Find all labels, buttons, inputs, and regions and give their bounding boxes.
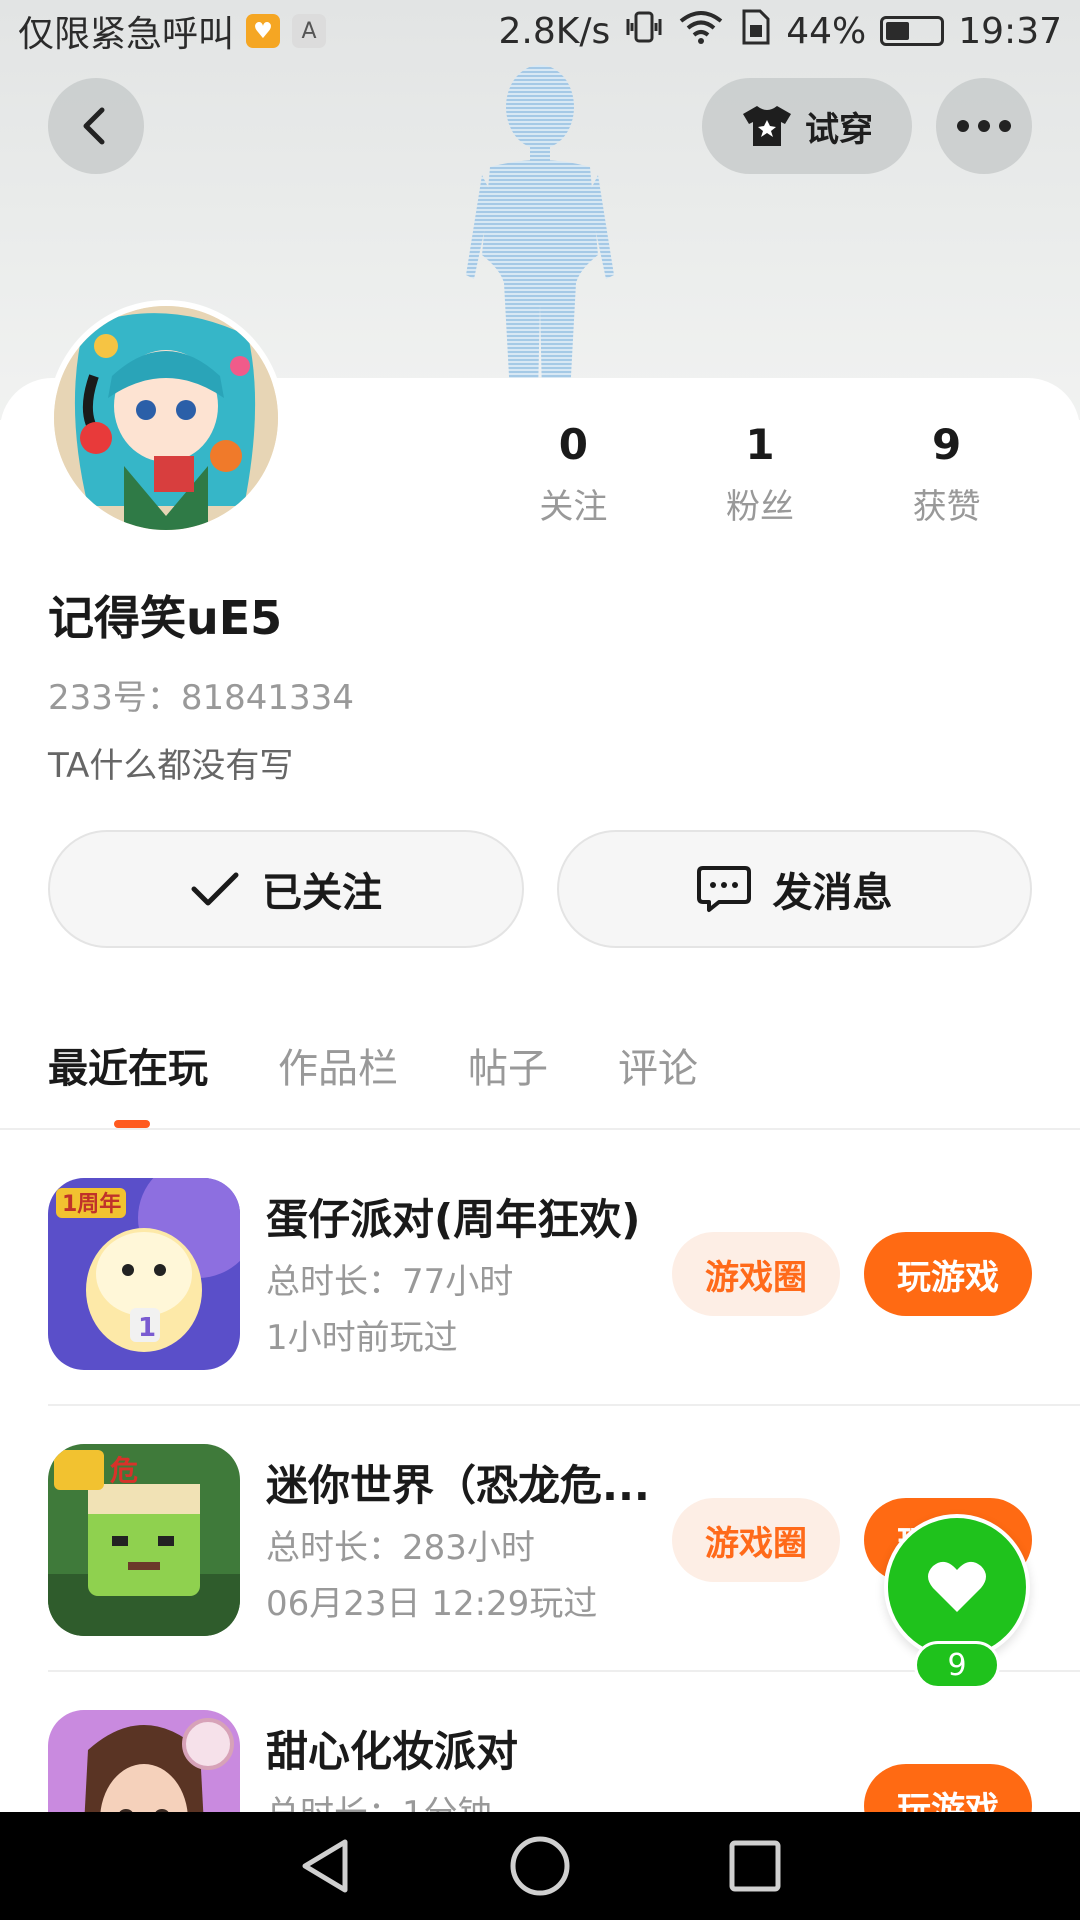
try-on-button[interactable]: 试穿 xyxy=(702,78,912,174)
game-duration: 总时长：77小时 xyxy=(266,1262,514,1302)
profile-stats: 0 关注 1 粉丝 9 获赞 xyxy=(480,420,1040,528)
game-title: 迷你世界（恐龙危... xyxy=(266,1461,646,1510)
tab-recently-played[interactable]: 最近在玩 xyxy=(48,1036,208,1094)
avatar-3d-figure xyxy=(466,65,614,395)
stat-label: 获赞 xyxy=(912,487,981,527)
like-button[interactable] xyxy=(884,1514,1030,1660)
nav-home-icon[interactable] xyxy=(508,1834,572,1898)
row-divider xyxy=(48,1404,1080,1406)
health-app-icon: ♥ xyxy=(246,14,281,48)
back-button[interactable] xyxy=(48,78,144,174)
game-duration: 总时长：283小时 xyxy=(266,1528,535,1568)
shirt-icon xyxy=(743,106,791,146)
game-icon-mini-world: 危 xyxy=(48,1444,240,1636)
stat-followers[interactable]: 1 粉丝 xyxy=(670,420,850,528)
carrier-text: 仅限紧急呼叫 xyxy=(18,14,235,55)
game-row[interactable]: 1周年 1 蛋仔派对(周年狂欢) 总时长：77小时 1小时前玩过 游戏圈 玩游戏 xyxy=(48,1178,1080,1444)
game-title: 甜心化妆派对 xyxy=(266,1727,519,1776)
battery-icon xyxy=(880,16,945,46)
stat-label: 粉丝 xyxy=(725,487,794,527)
heart-icon xyxy=(928,1561,986,1612)
keyboard-app-icon: A xyxy=(292,14,327,48)
tab-posts[interactable]: 帖子 xyxy=(468,1036,548,1094)
try-on-label: 试穿 xyxy=(805,109,873,150)
vibrate-icon xyxy=(624,9,664,54)
tab-comments[interactable]: 评论 xyxy=(618,1036,698,1094)
svg-text:1: 1 xyxy=(138,1313,156,1343)
clock: 19:37 xyxy=(958,10,1062,52)
followed-label: 已关注 xyxy=(262,870,382,916)
stat-likes[interactable]: 9 获赞 xyxy=(857,420,1037,528)
user-bio: TA什么都没有写 xyxy=(48,746,294,786)
tab-works[interactable]: 作品栏 xyxy=(278,1036,398,1094)
play-game-button[interactable]: 玩游戏 xyxy=(864,1232,1032,1316)
battery-percentage: 44% xyxy=(786,10,867,52)
active-tab-indicator xyxy=(114,1120,150,1128)
game-title: 蛋仔派对(周年狂欢) xyxy=(266,1195,641,1244)
system-navigation-bar xyxy=(0,1812,1080,1920)
stat-following[interactable]: 0 关注 xyxy=(483,420,663,528)
game-last-played: 06月23日 12:29玩过 xyxy=(266,1584,598,1624)
send-message-button[interactable]: 发消息 xyxy=(557,830,1032,948)
network-speed: 2.8K/s xyxy=(498,10,611,52)
nav-back-icon[interactable] xyxy=(297,1836,353,1896)
profile-tabs: 最近在玩 作品栏 帖子 评论 xyxy=(48,1036,698,1094)
game-last-played: 1小时前玩过 xyxy=(266,1318,458,1358)
stat-value: 1 xyxy=(745,420,775,469)
nav-recents-icon[interactable] xyxy=(727,1838,783,1894)
more-options-button[interactable] xyxy=(936,78,1032,174)
stat-value: 0 xyxy=(558,420,588,469)
like-count-badge: 9 xyxy=(914,1641,1000,1689)
chevron-left-icon xyxy=(83,107,105,145)
username: 记得笑uE5 xyxy=(48,591,283,645)
followed-button[interactable]: 已关注 xyxy=(48,830,524,948)
checkmark-icon xyxy=(191,872,239,906)
tabs-divider xyxy=(0,1128,1080,1130)
game-circle-button[interactable]: 游戏圈 xyxy=(672,1232,840,1316)
stat-value: 9 xyxy=(932,420,962,469)
status-bar: 仅限紧急呼叫 ♥ A 2.8K/s 44% 19:37 xyxy=(0,0,1080,62)
more-dots-icon xyxy=(957,120,1011,132)
user-id: 233号：81841334 xyxy=(48,678,354,718)
game-circle-button[interactable]: 游戏圈 xyxy=(672,1498,840,1582)
chat-bubble-icon xyxy=(696,866,751,912)
user-avatar[interactable] xyxy=(48,300,284,536)
wifi-icon xyxy=(678,9,724,54)
svg-text:危: 危 xyxy=(110,1454,138,1487)
message-label: 发消息 xyxy=(772,870,893,916)
svg-text:1周年: 1周年 xyxy=(62,1191,121,1217)
stat-label: 关注 xyxy=(539,487,608,527)
game-icon-eggy-party: 1周年 1 xyxy=(48,1178,240,1370)
sim-icon xyxy=(738,9,772,54)
